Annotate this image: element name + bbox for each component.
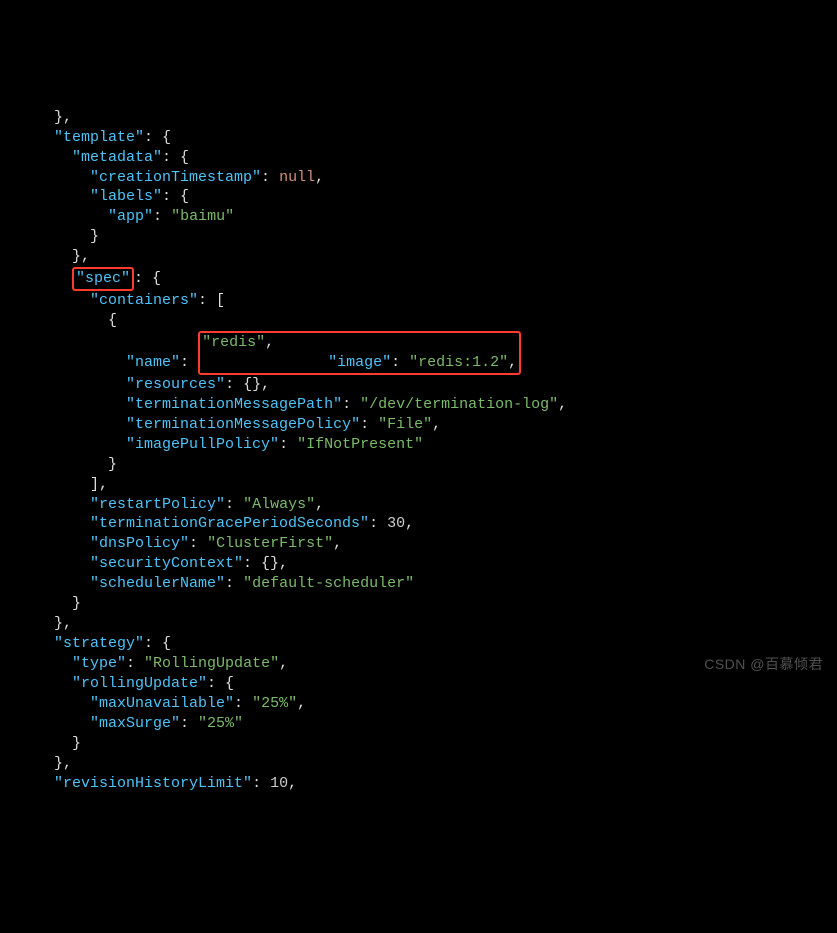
val-redis: "redis" bbox=[202, 334, 265, 351]
val-defaultScheduler: "default-scheduler" bbox=[243, 575, 414, 592]
val-ifNot: "IfNotPresent" bbox=[297, 436, 423, 453]
code-line: }, bbox=[0, 248, 90, 265]
highlight-box-spec: "spec" bbox=[72, 267, 134, 291]
key-revisionHistoryLimit: "revisionHistoryLimit" bbox=[54, 775, 252, 792]
key-imagePullPolicy: "imagePullPolicy" bbox=[126, 436, 279, 453]
key-restartPolicy: "restartPolicy" bbox=[90, 496, 225, 513]
key-spec: "spec" bbox=[76, 270, 130, 287]
key-securityContext: "securityContext" bbox=[90, 555, 243, 572]
val-null: null bbox=[279, 169, 315, 186]
watermark-text: CSDN @百慕倾君 bbox=[704, 655, 823, 674]
key-maxSurge: "maxSurge" bbox=[90, 715, 180, 732]
key-name: "name" bbox=[126, 354, 180, 371]
key-resources: "resources" bbox=[126, 376, 225, 393]
code-line: "securityContext": {}, bbox=[0, 555, 288, 572]
key-creationTimestamp: "creationTimestamp" bbox=[90, 169, 261, 186]
val-redis12: "redis:1.2" bbox=[409, 354, 508, 371]
key-containers: "containers" bbox=[90, 292, 198, 309]
code-line: } bbox=[0, 735, 81, 752]
key-type: "type" bbox=[72, 655, 126, 672]
code-line: } bbox=[0, 595, 81, 612]
code-line: { bbox=[0, 312, 117, 329]
key-metadata: "metadata" bbox=[72, 149, 162, 166]
val-ten: 10 bbox=[270, 775, 288, 792]
val-maxSurge: "25%" bbox=[198, 715, 243, 732]
code-line: }, bbox=[0, 615, 72, 632]
key-template: "template" bbox=[54, 129, 144, 146]
code-line: "restartPolicy": "Always", bbox=[0, 496, 324, 513]
code-line: "strategy": { bbox=[0, 635, 171, 652]
code-line: "resources": {}, bbox=[0, 376, 270, 393]
code-line: ], bbox=[0, 476, 108, 493]
code-line: "maxUnavailable": "25%", bbox=[0, 695, 306, 712]
code-line: "labels": { bbox=[0, 188, 189, 205]
code-line: "terminationGracePeriodSeconds": 30, bbox=[0, 515, 414, 532]
code-line: "creationTimestamp": null, bbox=[0, 169, 324, 186]
key-labels: "labels" bbox=[90, 188, 162, 205]
key-terminationMessagePath: "terminationMessagePath" bbox=[126, 396, 342, 413]
code-line: "rollingUpdate": { bbox=[0, 675, 234, 692]
highlight-box-redis: "redis", "image": "redis:1.2", bbox=[198, 331, 521, 375]
key-rollingUpdate: "rollingUpdate" bbox=[72, 675, 207, 692]
code-line: "name": "redis", "image": "redis:1.2", bbox=[0, 354, 521, 371]
code-line: "containers": [ bbox=[0, 292, 225, 309]
code-line: "dnsPolicy": "ClusterFirst", bbox=[0, 535, 342, 552]
val-clusterFirst: "ClusterFirst" bbox=[207, 535, 333, 552]
code-line: }, bbox=[0, 109, 72, 126]
val-termPath: "/dev/termination-log" bbox=[360, 396, 558, 413]
key-app: "app" bbox=[108, 208, 153, 225]
code-line: "terminationMessagePolicy": "File", bbox=[0, 416, 441, 433]
code-line: "app": "baimu" bbox=[0, 208, 234, 225]
code-line: "maxSurge": "25%" bbox=[0, 715, 243, 732]
key-maxUnavailable: "maxUnavailable" bbox=[90, 695, 234, 712]
code-line: "template": { bbox=[0, 129, 171, 146]
key-image: "image" bbox=[328, 354, 391, 371]
code-line: "terminationMessagePath": "/dev/terminat… bbox=[0, 396, 567, 413]
code-line: "type": "RollingUpdate", bbox=[0, 655, 288, 672]
val-maxUnavailable: "25%" bbox=[252, 695, 297, 712]
code-line: "imagePullPolicy": "IfNotPresent" bbox=[0, 436, 423, 453]
code-line: "spec": { bbox=[0, 270, 161, 287]
key-strategy: "strategy" bbox=[54, 635, 144, 652]
val-always: "Always" bbox=[243, 496, 315, 513]
val-file: "File" bbox=[378, 416, 432, 433]
key-schedulerName: "schedulerName" bbox=[90, 575, 225, 592]
code-line: } bbox=[0, 228, 99, 245]
key-terminationGracePeriodSeconds: "terminationGracePeriodSeconds" bbox=[90, 515, 369, 532]
key-terminationMessagePolicy: "terminationMessagePolicy" bbox=[126, 416, 360, 433]
val-rollingUpdate: "RollingUpdate" bbox=[144, 655, 279, 672]
code-line: "revisionHistoryLimit": 10, bbox=[0, 775, 297, 792]
val-thirty: 30 bbox=[387, 515, 405, 532]
code-line: }, bbox=[0, 755, 72, 772]
val-baimu: "baimu" bbox=[171, 208, 234, 225]
key-dnsPolicy: "dnsPolicy" bbox=[90, 535, 189, 552]
code-line: } bbox=[0, 456, 117, 473]
code-line: "schedulerName": "default-scheduler" bbox=[0, 575, 414, 592]
code-line: "metadata": { bbox=[0, 149, 189, 166]
